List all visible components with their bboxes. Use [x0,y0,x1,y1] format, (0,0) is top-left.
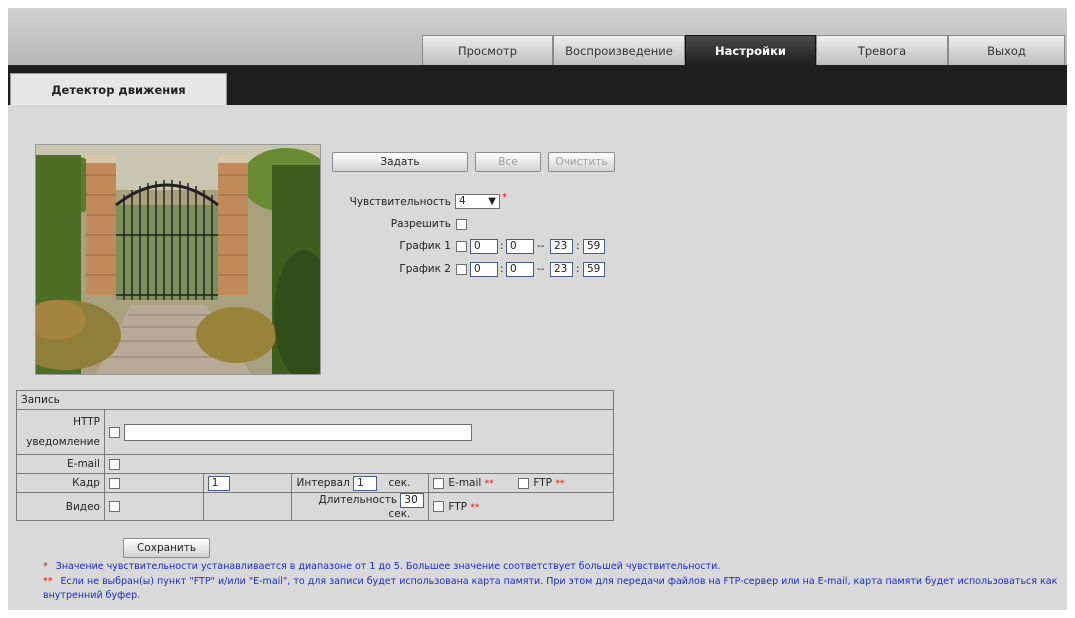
frame-ftp-checkbox[interactable] [518,477,530,489]
record-header: Запись [16,390,614,410]
frame-checkbox[interactable] [108,477,120,489]
required-marker: ** [484,479,494,489]
duration-label: Длительность [318,494,398,506]
frame-ftp-label: FTP [533,477,552,489]
schedule2-start-minute-input[interactable]: 0 [506,262,534,277]
note-marker: * [43,561,48,572]
schedule2-start-hour-input[interactable]: 0 [470,262,498,277]
camera-preview-image[interactable] [35,144,321,375]
time-range-dash: -- [537,263,545,275]
interval-input[interactable]: 1 [353,475,378,491]
sub-tab-bar: Детектор движения [8,65,1067,105]
schedule1-label: График 1 [399,240,451,252]
duration-cell: Длительность 30 сек. [290,492,430,521]
storage-note-text: Если не выбран(ы) пункт "FTP" и/или "E-m… [43,576,1058,601]
tab-preview[interactable]: Просмотр [422,35,553,65]
http-label-line2: уведомление [26,436,100,448]
interval-unit: сек. [388,476,411,489]
video-ftp-checkbox[interactable] [433,501,445,512]
settings-panel: Задать Все Очистить Чувствительность 4 ▼… [8,105,1067,610]
save-button[interactable]: Сохранить [123,538,210,558]
sensitivity-select[interactable]: 4 ▼ [455,194,500,209]
http-notification-checkbox[interactable] [108,426,120,438]
video-destination-cell: FTP ** [428,492,614,521]
http-notification-cell [103,409,615,455]
time-separator: : [576,263,580,275]
sensitivity-label: Чувствительность [349,196,451,208]
storage-note: ** Если не выбран(ы) пункт "FTP" и/или "E… [43,575,1063,603]
required-marker: ** [555,479,565,489]
set-region-button[interactable]: Задать [332,152,468,172]
http-url-input[interactable] [123,423,472,441]
schedule1-end-minute-input[interactable]: 59 [583,239,605,254]
garden-gate-picture [36,145,320,374]
http-notification-label: HTTP уведомление [16,409,105,455]
frame-label: Кадр [16,473,105,493]
schedule1-start-minute-input[interactable]: 0 [506,239,534,254]
schedule2-end-hour-input[interactable]: 23 [550,262,573,277]
video-checkbox-cell [103,492,204,521]
email-cell [103,454,615,474]
note-marker: ** [43,576,53,587]
frame-email-checkbox[interactable] [433,477,445,489]
video-label: Видео [16,492,105,521]
frame-count-input[interactable]: 1 [207,475,230,491]
tab-alarm[interactable]: Тревога [816,35,948,65]
duration-input[interactable]: 30 [400,493,425,508]
schedule1-end-hour-input[interactable]: 23 [550,239,573,254]
sensitivity-note: * Значение чувствительности устанавливает… [43,560,720,574]
sensitivity-note-text: Значение чувствительности устанавливаетс… [55,561,721,572]
schedule2-label: График 2 [399,263,451,275]
interval-label: Интервал [296,476,350,489]
required-marker: * [502,192,507,203]
enable-label: Разрешить [390,218,451,230]
video-ftp-label: FTP [448,500,468,513]
frame-count-cell: 1 [202,473,292,493]
record-settings-table: Запись HTTP уведомление E-mail Кадр 1 Ин… [16,390,615,521]
time-separator: : [500,263,504,275]
frame-destination-cell: E-mail ** FTP ** [428,473,614,493]
select-all-button[interactable]: Все [475,152,541,172]
schedule2-checkbox[interactable] [456,264,467,275]
email-checkbox[interactable] [108,458,120,470]
clear-region-button[interactable]: Очистить [548,152,615,172]
required-marker: ** [470,502,480,513]
enable-checkbox[interactable] [456,219,467,230]
time-separator: : [576,240,580,252]
frame-email-label: E-mail [448,477,482,489]
sensitivity-value: 4 [459,195,466,207]
interval-cell: Интервал 1 сек. [290,473,430,493]
email-label: E-mail [16,454,105,474]
video-checkbox[interactable] [108,501,120,512]
time-separator: : [500,240,504,252]
schedule1-checkbox[interactable] [456,241,467,252]
tab-logout[interactable]: Выход [948,35,1065,65]
tab-settings[interactable]: Настройки [685,35,816,65]
schedule1-start-hour-input[interactable]: 0 [470,239,498,254]
tab-motion-detection[interactable]: Детектор движения [10,73,227,105]
app-frame: Просмотр Воспроизведение Настройки Трево… [8,8,1067,610]
top-bar: Просмотр Воспроизведение Настройки Трево… [8,8,1067,65]
tab-playback[interactable]: Воспроизведение [553,35,685,65]
http-label-line1: HTTP [73,416,100,428]
schedule2-end-minute-input[interactable]: 59 [583,262,605,277]
frame-checkbox-cell [103,473,204,493]
time-range-dash: -- [537,240,545,252]
chevron-down-icon: ▼ [488,196,496,207]
video-empty-cell [202,492,292,521]
duration-unit: сек. [388,508,411,520]
